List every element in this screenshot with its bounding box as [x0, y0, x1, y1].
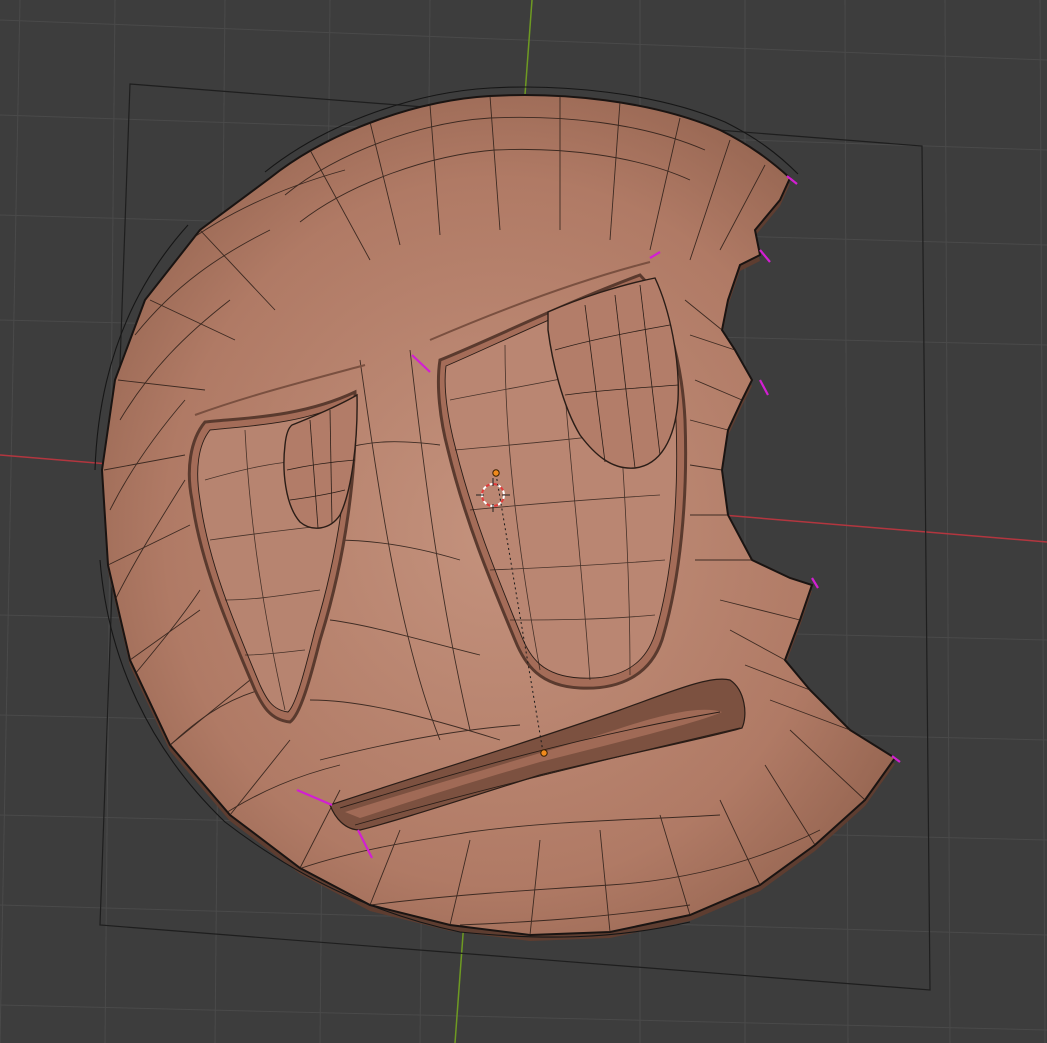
object-origin-icon-2[interactable] — [540, 749, 548, 757]
emoji-face-mesh[interactable] — [94, 86, 901, 938]
viewport-canvas[interactable] — [0, 0, 1047, 1043]
blender-3d-viewport[interactable] — [0, 0, 1047, 1043]
object-origin-icon[interactable] — [492, 469, 500, 477]
